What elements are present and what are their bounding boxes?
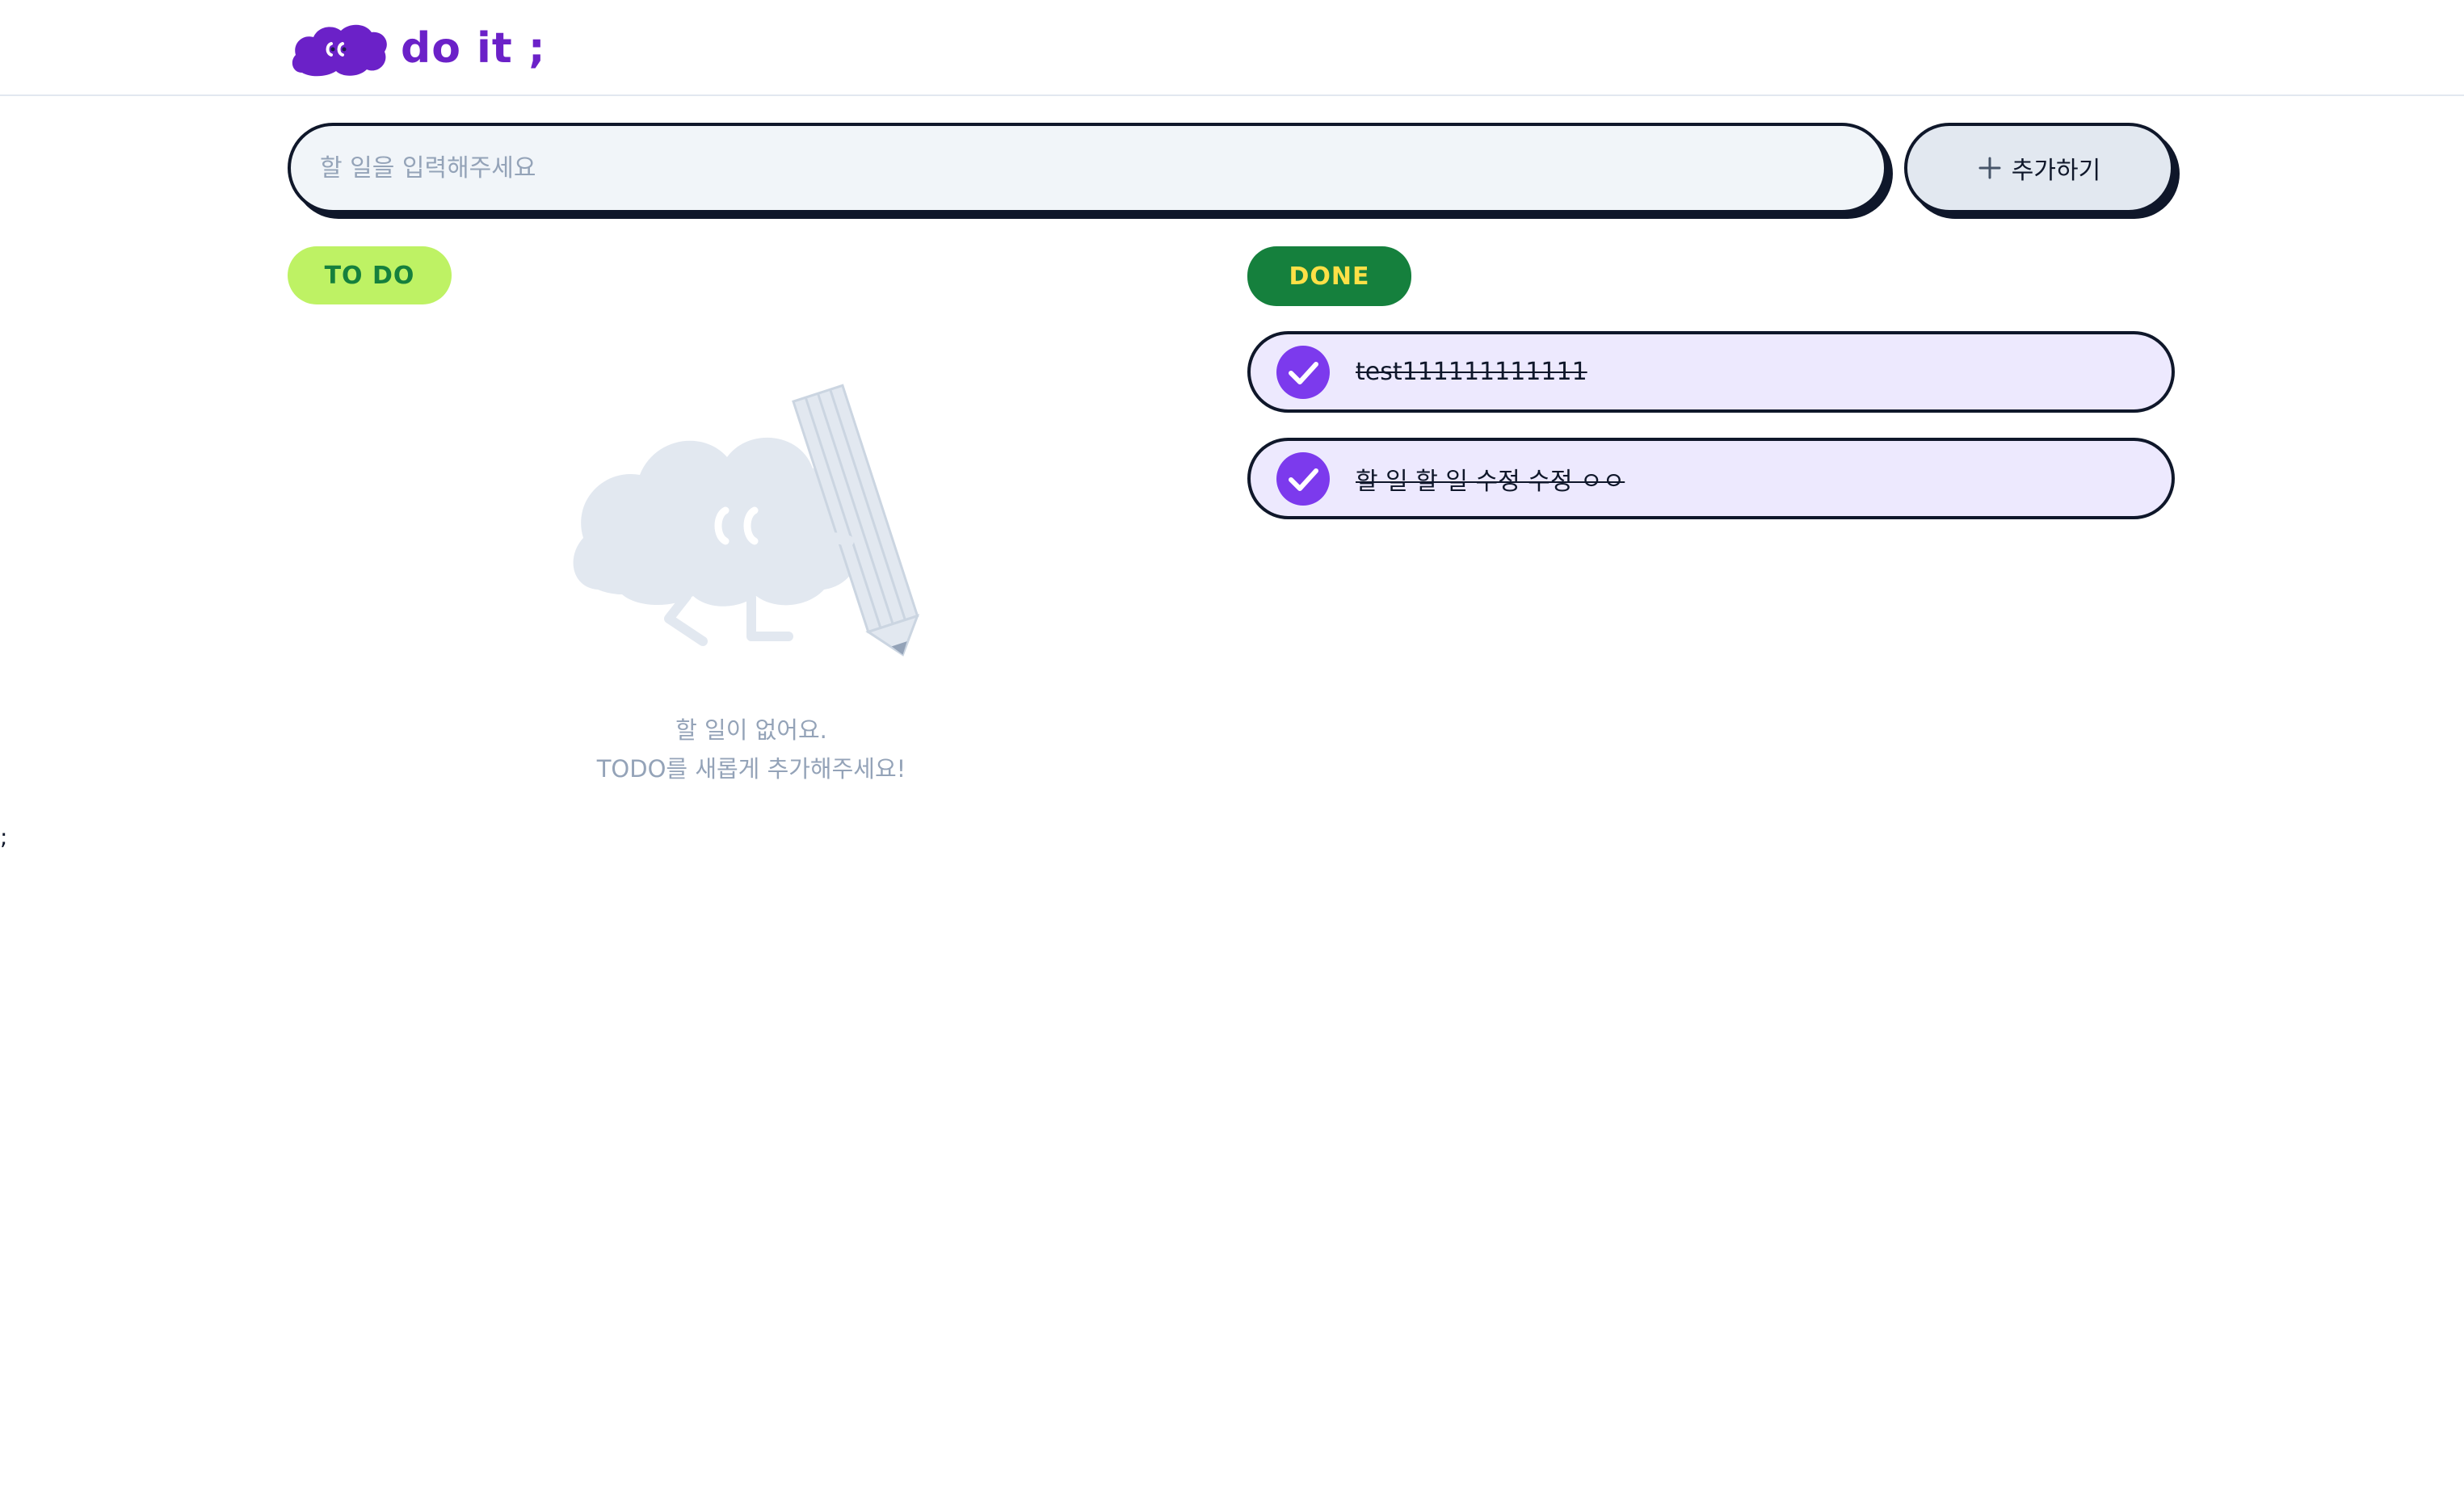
empty-state-message: 할 일이 없어요. TODO를 새롭게 추가해주세요! — [452, 711, 1050, 788]
todo-input[interactable] — [291, 126, 1884, 210]
search-bar — [288, 123, 1887, 213]
todo-badge: TO DO — [288, 246, 452, 304]
empty-state-line-1: 할 일이 없어요. — [675, 716, 827, 744]
done-item[interactable]: 할 일 할 일 수정 수정 ㅇㅇ — [1247, 438, 2175, 519]
add-button[interactable]: 추가하기 — [1904, 123, 2174, 213]
cloud-pencil-mascot-icon — [573, 384, 920, 657]
cloud-mascot-icon — [292, 24, 387, 77]
done-item[interactable]: test111111111111 — [1247, 331, 2175, 413]
done-badge: DONE — [1247, 246, 1411, 306]
checked-circle-icon[interactable] — [1276, 451, 1330, 506]
logo[interactable]: do it ; — [291, 19, 546, 78]
app-header: do it ; — [0, 0, 2464, 96]
empty-state-line-2: TODO를 새롭게 추가해주세요! — [596, 755, 906, 783]
add-button-label: 추가하기 — [2011, 157, 2101, 185]
logo-text: do it ; — [401, 24, 546, 73]
plus-icon — [1978, 157, 2001, 179]
checked-circle-icon[interactable] — [1276, 345, 1330, 399]
done-item-label[interactable]: 할 일 할 일 수정 수정 ㅇㅇ — [1356, 461, 1625, 497]
done-item-label[interactable]: test111111111111 — [1356, 358, 1587, 386]
done-list: test111111111111 할 일 할 일 수정 수정 ㅇㅇ — [1247, 331, 2175, 544]
stray-text: ; — [0, 824, 8, 850]
